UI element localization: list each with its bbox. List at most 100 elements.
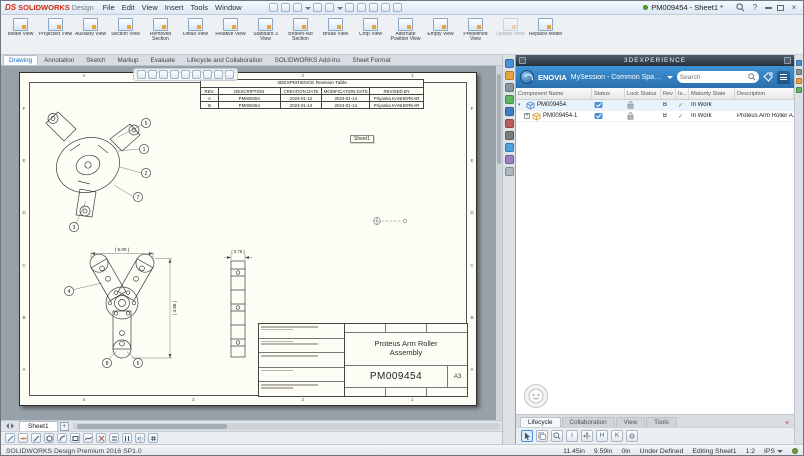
hide-show-items-icon[interactable] xyxy=(203,70,212,79)
ribbon-break-view[interactable]: Break View xyxy=(318,17,353,48)
ribbon-detail-view[interactable]: Detail View xyxy=(178,17,213,48)
component-row-pm009454-1[interactable]: + PM009454-1 B ✓ In Work Proteus Arm Rol… xyxy=(516,111,794,122)
print-icon[interactable] xyxy=(313,3,322,12)
file-explorer-icon[interactable] xyxy=(505,83,514,92)
search-box[interactable] xyxy=(677,71,759,83)
save-dropdown-icon[interactable] xyxy=(305,3,310,12)
undo-icon[interactable] xyxy=(325,3,334,12)
solidworks-resources-icon[interactable] xyxy=(505,59,514,68)
title-block[interactable]: Proteus Arm Roller Assembly PM009454 A3 xyxy=(258,323,468,397)
menu-hamburger-icon[interactable] xyxy=(777,71,790,84)
3dexperience-panel-icon[interactable] xyxy=(505,131,514,140)
ribbon-broken-out-section[interactable]: Broken-out Section xyxy=(283,17,318,48)
column-maturity-state[interactable]: Maturity State xyxy=(689,88,735,99)
balloon-5[interactable]: 5 xyxy=(141,118,150,127)
edge-help-icon[interactable] xyxy=(796,78,802,84)
expand-plus-icon[interactable]: + xyxy=(524,113,530,119)
balloon-3[interactable]: 3 xyxy=(69,222,78,231)
tab-collaboration[interactable]: Collaboration xyxy=(562,417,615,427)
balloon-4[interactable]: 4 xyxy=(64,286,73,295)
toolbox-icon[interactable] xyxy=(505,155,514,164)
save-icon[interactable] xyxy=(293,3,302,12)
tab-tools[interactable]: Tools xyxy=(646,417,677,427)
menu-edit[interactable]: Edit xyxy=(122,3,135,12)
side-drawing-view[interactable]: ( 0.75 ) xyxy=(216,249,260,369)
tab-view[interactable]: View xyxy=(616,417,646,427)
menu-view[interactable]: View xyxy=(142,3,158,12)
balloon-2[interactable]: 2 xyxy=(141,168,150,177)
edge-panel-icon[interactable] xyxy=(796,60,802,66)
ribbon-empty-view[interactable]: Empty View xyxy=(423,17,458,48)
edge-settings-icon[interactable] xyxy=(796,69,802,75)
minimize-button[interactable] xyxy=(765,7,772,9)
search-icon[interactable] xyxy=(748,73,756,81)
mirror-icon[interactable] xyxy=(135,433,145,443)
trim-icon[interactable] xyxy=(96,433,106,443)
rectangle-icon[interactable] xyxy=(70,433,80,443)
sheet-scale[interactable]: 1:2 xyxy=(746,448,755,455)
layers-icon[interactable] xyxy=(536,430,548,442)
tab-lifecycle-and-collaboration[interactable]: Lifecycle and Collaboration xyxy=(181,55,269,65)
tag-icon[interactable] xyxy=(763,72,773,82)
component-row-pm009454[interactable]: ▾ PM009454 B ✓ In Work xyxy=(516,100,794,111)
horizontal-scrollbar[interactable] xyxy=(73,423,500,430)
zoom-icon[interactable] xyxy=(551,430,563,442)
revision-table[interactable]: 3DEXPERIENCE Revision Table REV. DESCRIP… xyxy=(200,79,424,109)
vertical-scrollbar[interactable] xyxy=(496,66,502,420)
side-dimension-width[interactable] xyxy=(224,254,252,261)
file-properties-icon[interactable] xyxy=(381,3,390,12)
chevron-down-icon[interactable] xyxy=(667,76,673,82)
keep-icon[interactable]: K xyxy=(611,430,623,442)
center-mark-annotation[interactable] xyxy=(372,215,412,227)
zoom-fit-icon[interactable] xyxy=(137,70,146,79)
previous-sheet-icon[interactable] xyxy=(3,423,9,429)
smart-dimension-icon[interactable] xyxy=(18,433,28,443)
sheet-tab-sheet1[interactable]: Sheet1 xyxy=(19,421,58,431)
view-orientation-icon[interactable] xyxy=(181,70,190,79)
units-selector[interactable]: IPS xyxy=(764,447,783,456)
column-component-name[interactable]: Component Name xyxy=(516,88,592,99)
edge-sync-icon[interactable] xyxy=(796,87,802,93)
appearances-scenes-icon[interactable] xyxy=(505,107,514,116)
select-cursor-icon[interactable] xyxy=(521,430,533,442)
ribbon-relative-view[interactable]: Relative View xyxy=(213,17,248,48)
tab-drawing[interactable]: Drawing xyxy=(3,55,38,65)
previous-view-icon[interactable] xyxy=(159,70,168,79)
measure-icon[interactable]: I xyxy=(566,430,578,442)
menu-insert[interactable]: Insert xyxy=(165,3,184,12)
close-button[interactable]: × xyxy=(789,3,799,12)
ribbon-removed-section[interactable]: Removed Section xyxy=(143,17,178,48)
design-library-icon[interactable] xyxy=(505,71,514,80)
front-dimension-width[interactable] xyxy=(91,252,153,258)
tab-sketch[interactable]: Sketch xyxy=(80,55,111,65)
ribbon-projected-view[interactable]: Projected View xyxy=(38,17,73,48)
sheet-name-note[interactable]: Sheet1 xyxy=(350,135,374,143)
restore-button[interactable] xyxy=(777,5,784,11)
tab-annotation[interactable]: Annotation xyxy=(38,55,80,65)
select-icon[interactable] xyxy=(357,3,366,12)
3ds-compass-icon[interactable] xyxy=(520,70,534,84)
open-file-icon[interactable] xyxy=(281,3,290,12)
custom-properties-icon[interactable] xyxy=(505,119,514,128)
hide-icon[interactable]: H xyxy=(596,430,608,442)
panel-pin-icon[interactable] xyxy=(784,57,791,64)
tab-lifecycle[interactable]: Lifecycle xyxy=(520,417,561,427)
ribbon-alternate-position-view[interactable]: Alternate Position View xyxy=(388,17,423,48)
ribbon-replace-model[interactable]: Replace Model xyxy=(528,17,563,48)
balloon-6[interactable]: 6 xyxy=(133,358,142,367)
spline-icon[interactable] xyxy=(83,433,93,443)
pan-icon[interactable] xyxy=(581,430,593,442)
zoom-area-icon[interactable] xyxy=(148,70,157,79)
ribbon-model-view[interactable]: Model View xyxy=(3,17,38,48)
column-status[interactable]: Status xyxy=(592,88,625,99)
ribbon-auxiliary-view[interactable]: Auxiliary View xyxy=(73,17,108,48)
search-icon[interactable] xyxy=(736,3,745,12)
column-rev[interactable]: Rev xyxy=(661,88,676,99)
search-input[interactable] xyxy=(680,74,748,81)
redo-icon[interactable] xyxy=(345,3,354,12)
arc-icon[interactable] xyxy=(57,433,67,443)
convert-entities-icon[interactable] xyxy=(109,433,119,443)
balloon-8[interactable]: 8 xyxy=(102,358,111,367)
menu-tools[interactable]: Tools xyxy=(191,3,209,12)
ribbon-section-view[interactable]: Section View xyxy=(108,17,143,48)
